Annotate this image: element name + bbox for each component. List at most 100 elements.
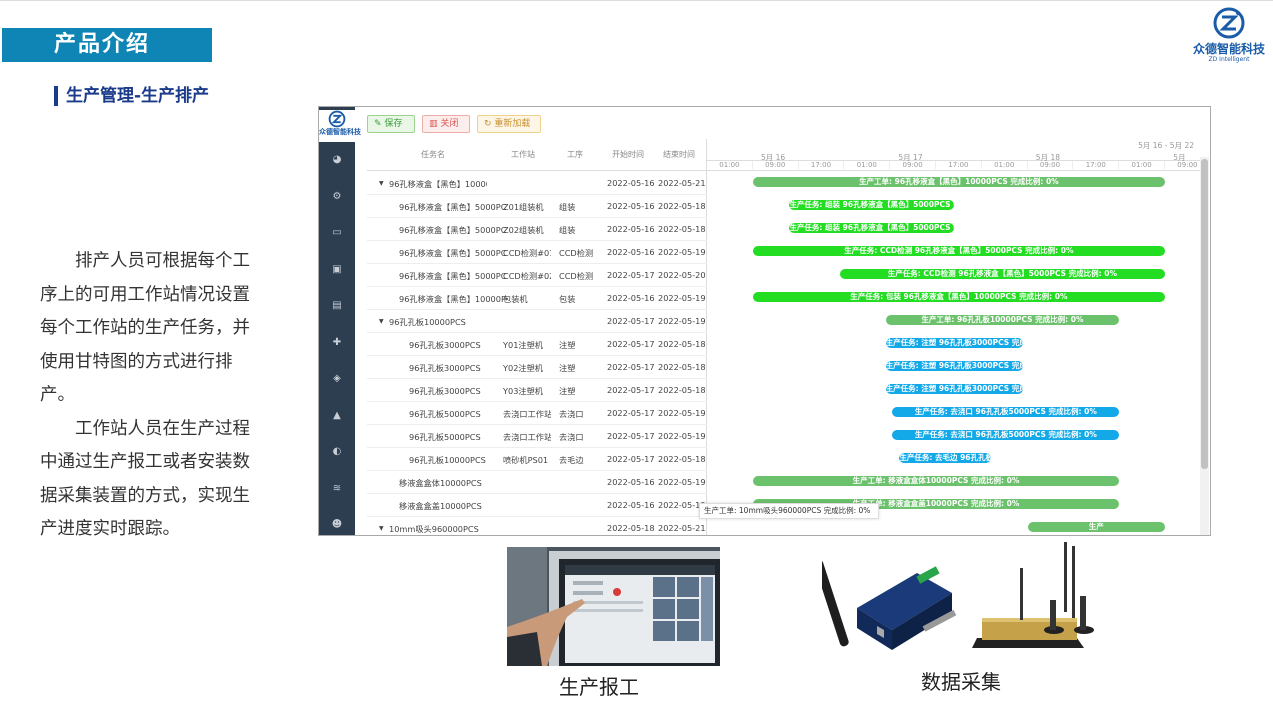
task-grid-row[interactable]: 96孔移液盒【黑色】5000PCS CCD检测#01 CCD检测 2022-05-16…	[367, 241, 707, 264]
gantt-bar[interactable]: 生产任务: CCD检测 96孔移液盒【黑色】5000PCS 完成比例: 0%	[752, 246, 1165, 256]
start-date-cell: 2022-05-16	[607, 293, 655, 303]
column-station[interactable]: 工作站	[511, 149, 535, 160]
station-cell: Z01组装机	[503, 202, 544, 212]
gantt-bar[interactable]: 生产工单: 移液盒盒体10000PCS 完成比例: 0%	[752, 476, 1120, 486]
end-date-cell: 2022-05-19	[658, 247, 706, 257]
end-date-cell: 2022-05-18	[658, 201, 706, 211]
process-cell: 注塑	[559, 363, 576, 373]
gantt-bar[interactable]: 生产任务: 去浇口 96孔孔板5000PCS 完成比例: 0%	[892, 407, 1120, 417]
station-cell: 包装机	[503, 294, 528, 304]
gantt-bar[interactable]: 生产任务: 注塑 96孔孔板3000PCS 完成比例: 0%	[885, 338, 1023, 348]
task-name-cell: 96孔孔板10000PCS	[409, 455, 486, 465]
dashboard-icon[interactable]: ◕	[319, 142, 355, 179]
logo-company-english: ZD Intelligent	[1208, 56, 1250, 63]
company-logo: 众德智能科技 ZD Intelligent	[1188, 6, 1270, 66]
gantt-hour-label: 01:00	[1119, 161, 1165, 169]
app-sidebar: 众德智能科技 ◕ ⚙ ▭ ▣ ▤ ✚ ◈ ▲ ◐ ≋ ☻	[319, 107, 361, 535]
monitor-icon[interactable]: ▭	[319, 215, 355, 252]
gantt-hour-label: 01:00	[707, 161, 753, 169]
reload-button[interactable]: ↻ 重新加载	[477, 115, 541, 133]
expand-toggle-icon[interactable]: ▼	[379, 525, 384, 532]
gantt-hour-header: 01:00 09:00 17:00 01:00 09:00 17:00 01:00 09:00…	[707, 160, 1200, 171]
lock-icon[interactable]: ▲	[319, 398, 355, 435]
process-cell: 注塑	[559, 340, 576, 350]
description-text: 排产人员可根据每个工序上的可用工作站情况设置每个工作站的生产任务，并使用甘特图的…	[40, 245, 266, 547]
task-grid-row[interactable]: ▼ 96孔移液盒【黑色】10000PCS 2022-05-162022-05-21	[367, 172, 707, 195]
end-date-cell: 2022-05-21	[658, 523, 706, 533]
task-grid-row[interactable]: 96孔孔板3000PCS Y02注塑机 注塑 2022-05-17 2022-05-18	[367, 356, 707, 379]
task-name-cell: 移液盒盒体10000PCS	[399, 478, 482, 488]
end-date-cell: 2022-05-19	[658, 408, 706, 418]
gantt-bar[interactable]: 生产任务: 注塑 96孔孔板3000PCS 完成比例: 0%	[885, 361, 1023, 371]
process-cell: 包装	[559, 294, 576, 304]
end-date-cell: 2022-05-18	[658, 362, 706, 372]
settings-icon[interactable]: ⚙	[319, 179, 355, 216]
gantt-bar[interactable]: 生产任务: 去浇口 96孔孔板5000PCS 完成比例: 0%	[892, 430, 1120, 440]
close-button[interactable]: ▥ 关闭	[422, 115, 470, 133]
task-grid-row[interactable]: ▼ 96孔孔板10000PCS 2022-05-17 2022-05-19	[367, 310, 707, 333]
gantt-bar[interactable]: 生产工单: 96孔移液盒【黑色】10000PCS 完成比例: 0%	[752, 177, 1165, 187]
expand-toggle-icon[interactable]: ▼	[379, 318, 384, 325]
task-grid-row[interactable]: 96孔移液盒【黑色】5000PCS Z02组装机 组装 2022-05-16 2022-…	[367, 218, 707, 241]
column-process[interactable]: 工序	[567, 149, 583, 160]
save-button[interactable]: ✎ 保存	[367, 115, 415, 133]
gantt-bar[interactable]: 生产任务: 包装 96孔移液盒【黑色】10000PCS 完成比例: 0%	[752, 292, 1165, 302]
column-end[interactable]: 结束时间	[663, 149, 695, 160]
process-cell: 组装	[559, 202, 576, 212]
reload-button-label: 重新加载	[494, 119, 531, 129]
task-grid-row[interactable]: 96孔移液盒【黑色】5000PCS CCD检测#02 CCD检测 2022-05-17…	[367, 264, 707, 287]
start-date-cell: 2022-05-16	[607, 477, 655, 487]
end-date-cell: 2022-05-18	[658, 339, 706, 349]
task-grid-row[interactable]: 96孔移液盒【黑色】10000PCS 包装机 包装 2022-05-16 2022-05…	[367, 287, 707, 310]
task-grid-row[interactable]: 96孔孔板3000PCS Y03注塑机 注塑 2022-05-17 2022-05-18	[367, 379, 707, 402]
column-task[interactable]: 任务名	[421, 149, 445, 160]
task-grid-row[interactable]: 96孔移液盒【黑色】5000PCS Z01组装机 组装 2022-05-16 2022-…	[367, 195, 707, 218]
caption-data-collection: 数据采集	[921, 670, 1001, 694]
close-button-label: 关闭	[440, 119, 459, 129]
end-date-cell: 2022-05-19	[658, 293, 706, 303]
task-name-cell: 96孔移液盒【黑色】5000PCS	[399, 225, 507, 235]
toggle-icon[interactable]: ◐	[319, 434, 355, 471]
start-date-cell: 2022-05-18	[607, 523, 655, 533]
task-grid-row[interactable]: 移液盒盒体10000PCS 2022-05-16 2022-05-19	[367, 471, 707, 494]
task-grid-row[interactable]: 96孔孔板5000PCS 去浇口工作站 去浇口 2022-05-17 2022-05-1…	[367, 425, 707, 448]
gantt-bar[interactable]: 生产	[1027, 522, 1165, 532]
station-cell: 去浇口工作站	[503, 409, 551, 419]
section-title-banner: 产品介绍	[2, 28, 212, 62]
refresh-icon: ↻	[484, 119, 492, 129]
signal-icon[interactable]: ≋	[319, 471, 355, 508]
scrollbar-thumb[interactable]	[1201, 159, 1208, 469]
task-grid-row[interactable]: ▼ 10mm吸头960000PCS 2022-05-18 2022-05-21	[367, 517, 707, 535]
users-icon[interactable]: ☻	[319, 507, 355, 535]
gantt-bar[interactable]: 生产任务: CCD检测 96孔移液盒【黑色】5000PCS 完成比例: 0%	[839, 269, 1165, 279]
task-name-cell: 96孔移液盒【黑色】10000PCS	[399, 294, 507, 304]
gantt-bar[interactable]: 生产任务: 去毛边 96孔孔板	[899, 453, 991, 463]
task-grid-row[interactable]: 96孔孔板3000PCS Y01注塑机 注塑 2022-05-17 2022-05-18	[367, 333, 707, 356]
process-cell: CCD检测	[559, 271, 594, 281]
briefcase-icon[interactable]: ▣	[319, 252, 355, 289]
station-cell: 喷砂机PS01	[503, 455, 549, 465]
gantt-bar[interactable]: 生产任务: 注塑 96孔孔板3000PCS 完成比例: 0%	[885, 384, 1023, 394]
scheduling-app-screenshot: 众德智能科技 ◕ ⚙ ▭ ▣ ▤ ✚ ◈ ▲ ◐ ≋ ☻ ✎ 保存 ▥ 关闭 ↻…	[318, 106, 1211, 536]
start-date-cell: 2022-05-16	[607, 201, 655, 211]
task-grid-row[interactable]: 96孔孔板10000PCS 喷砂机PS01 去毛边 2022-05-17 2022-05…	[367, 448, 707, 471]
gantt-hour-label: 01:00	[982, 161, 1028, 169]
gantt-bar[interactable]: 生产工单: 96孔孔板10000PCS 完成比例: 0%	[885, 315, 1120, 325]
task-grid-row[interactable]: 移液盒盒盖10000PCS 2022-05-16 2022-05-19	[367, 494, 707, 517]
station-cell: Y03注塑机	[503, 386, 543, 396]
data-collection-devices-image	[814, 538, 1117, 662]
layers-icon[interactable]: ◈	[319, 361, 355, 398]
document-icon[interactable]: ▤	[319, 288, 355, 325]
task-grid-row[interactable]: 96孔孔板5000PCS 去浇口工作站 去浇口 2022-05-17 2022-05-1…	[367, 402, 707, 425]
end-date-cell: 2022-05-18	[658, 454, 706, 464]
column-start[interactable]: 开始时间	[612, 149, 644, 160]
description-paragraph-1: 排产人员可根据每个工序上的可用工作站情况设置每个工作站的生产任务，并使用甘特图的…	[40, 251, 250, 405]
touchscreen-photo-illustration	[507, 547, 720, 666]
puzzle-icon[interactable]: ✚	[319, 325, 355, 362]
gantt-bar[interactable]: 生产任务: 组装 96孔移液盒【黑色】5000PCS 完成比例: 0%	[789, 223, 955, 233]
vertical-scrollbar[interactable]	[1200, 157, 1209, 535]
gantt-week-header: 5月 16 - 5月 22	[707, 139, 1200, 151]
gantt-bar[interactable]: 生产任务: 组装 96孔移液盒【黑色】5000PCS 完成比例: 0%	[789, 200, 955, 210]
station-cell: CCD检测#01	[503, 248, 551, 258]
expand-toggle-icon[interactable]: ▼	[379, 180, 384, 187]
